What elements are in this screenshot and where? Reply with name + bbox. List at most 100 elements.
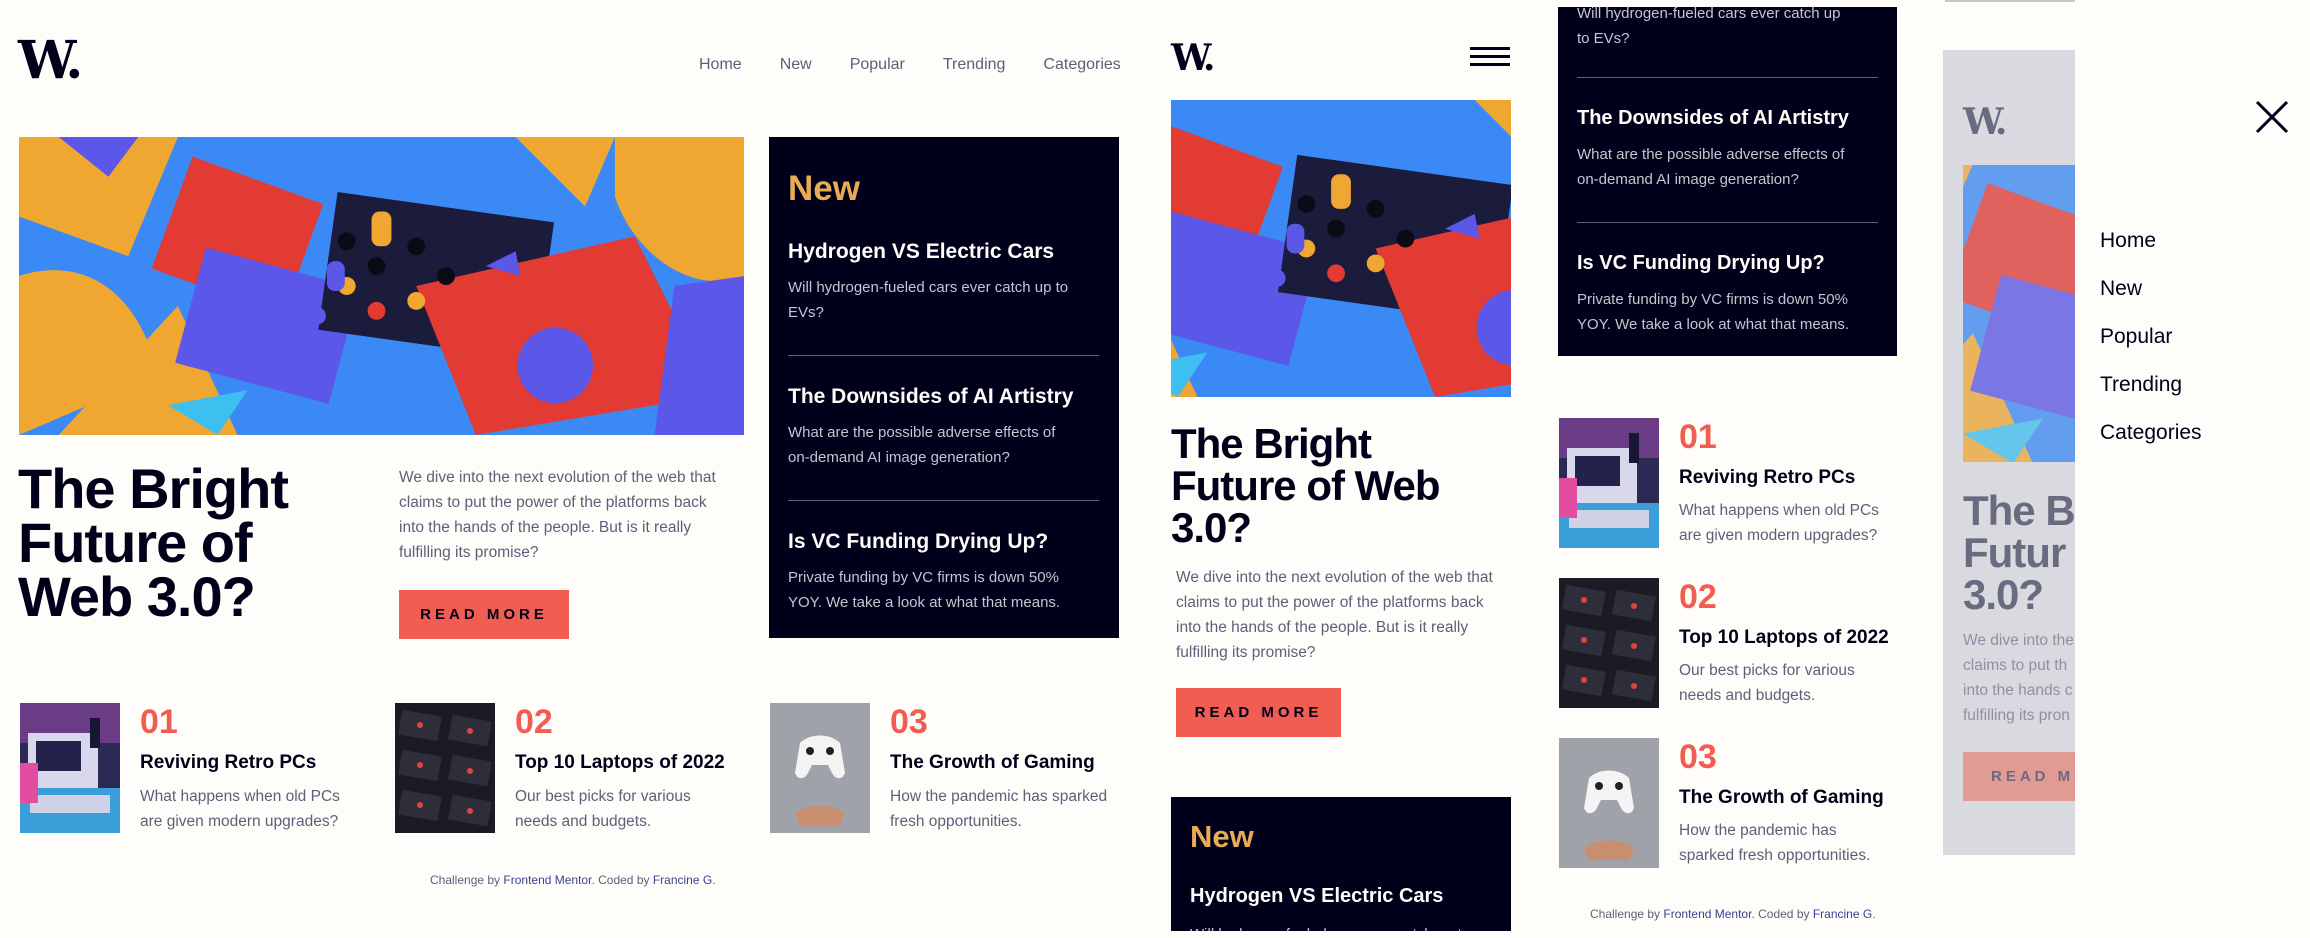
hero-title-line: The Bright [18,457,289,520]
hero-title-line: Future of Web [1171,462,1441,509]
frontend-mentor-link[interactable]: Frontend Mentor [503,873,591,887]
new-item-desc-line: on-demand AI image generation? [1577,171,1799,188]
new-item-desc-line: What are the possible adverse effects of [1577,146,1845,163]
new-heading: New [788,169,860,208]
read-more-button[interactable]: READ MORE [1176,688,1341,737]
article-desc: What happens when old PCs are given mode… [1679,498,1879,548]
nav-categories[interactable]: Categories [1043,56,1120,74]
new-item-desc-line: EVs? [788,304,824,321]
new-item-title[interactable]: Is VC Funding Drying Up? [788,530,1048,554]
article-desc: How the pandemic has sparked fresh oppor… [890,784,1107,834]
hero-title: The B Futur 3.0? [1963,490,2075,616]
new-item-desc-line: Private funding by VC firms is down 50% [1577,291,1848,308]
hero-title-line: The Bright [1171,420,1372,467]
article-thumbnail[interactable] [769,703,871,833]
divider [788,355,1099,356]
footer-text: . [1872,907,1876,921]
article-number: 02 [515,703,553,741]
new-item-desc: Will hydrogen-fueled cars ever catch up … [788,275,1068,325]
hero-title: The Bright Future of Web 3.0? [1171,420,1441,551]
author-link[interactable]: Francine G [653,873,712,887]
new-item-desc: Private funding by VC firms is down 50% … [788,565,1060,615]
hero-desc-line: fulfilling its promise? [1176,644,1316,661]
menu-item-home[interactable]: Home [2100,229,2202,253]
menu-item-new[interactable]: New [2100,277,2202,301]
mobile-menu-panel: Home New Popular Trending Categories [2075,0,2310,938]
close-icon[interactable] [2255,100,2289,134]
article-title[interactable]: The Growth of Gaming [890,752,1095,774]
hero-desc-line: We dive into the next evolution of the w… [1176,569,1493,586]
article-desc-line: Our best picks for various [515,788,691,805]
hero-title-line: Web 3.0? [18,565,256,628]
hero-title-line: 3.0? [1171,504,1252,551]
nav-new[interactable]: New [780,56,812,74]
author-link[interactable]: Francine G [1813,907,1872,921]
new-item-title[interactable]: Is VC Funding Drying Up? [1577,252,1825,275]
nav-popular[interactable]: Popular [850,56,905,74]
hero-title-line: The B [1963,487,2075,534]
hero-title-line: 3.0? [1963,571,2044,618]
new-panel: Will hydrogen-fueled cars ever catch up … [1558,5,1897,356]
new-item-title[interactable]: Hydrogen VS Electric Cars [788,240,1054,264]
new-item-desc: What are the possible adverse effects of… [1577,142,1844,192]
article-title[interactable]: Top 10 Laptops of 2022 [1679,627,1889,649]
hero-desc-line: claims to put the power of the platforms… [399,494,707,511]
desktop-nav: Home New Popular Trending Categories [699,56,1121,74]
read-more-button[interactable]: READ MORE [399,590,569,639]
menu-item-trending[interactable]: Trending [2100,373,2202,397]
hero-title-line: Future of [18,511,253,574]
new-item-title[interactable]: The Downsides of AI Artistry [788,385,1073,409]
article-desc-line: What happens when old PCs [140,788,340,805]
article-number: 02 [1679,578,1717,616]
new-item-desc-line: YOY. We take a look at what that means. [788,594,1061,611]
article-thumbnail[interactable] [19,703,121,833]
article-title[interactable]: Reviving Retro PCs [1679,467,1855,489]
article-thumbnail[interactable] [1558,418,1660,548]
article-desc-line: What happens when old PCs [1679,502,1879,519]
logo[interactable]: W. [18,30,83,91]
menu-item-popular[interactable]: Popular [2100,325,2202,349]
frontend-mentor-link[interactable]: Frontend Mentor [1663,907,1751,921]
footer-attribution: Challenge by Frontend Mentor. Coded by F… [1590,907,1876,921]
hero-desc-line: fulfilling its pron [1963,707,2070,724]
article-number: 03 [890,703,928,741]
nav-home[interactable]: Home [699,56,742,74]
article-thumbnail[interactable] [1558,738,1660,868]
hamburger-menu-icon[interactable] [1470,47,1510,66]
article-title[interactable]: Top 10 Laptops of 2022 [515,752,725,774]
article-thumbnail[interactable] [394,703,496,833]
menu-item-categories[interactable]: Categories [2100,421,2202,445]
mobile-menu-nav: Home New Popular Trending Categories [2100,229,2202,445]
new-item-title[interactable]: Hydrogen VS Electric Cars [1190,885,1443,908]
hero-image [1963,165,2075,462]
new-item-desc-line: YOY. We take a look at what that means. [1577,316,1850,333]
new-panel: New Hydrogen VS Electric Cars Will hydro… [1171,797,1511,931]
article-desc-line: Our best picks for various [1679,662,1855,679]
hero-image [19,137,744,435]
divider [1577,222,1878,223]
article-desc-line: are given modern upgrades? [1679,527,1878,544]
article-desc: Our best picks for various needs and bud… [1679,658,1855,708]
hero-description: We dive into the next evolution of the w… [1176,565,1493,665]
new-item-desc: Private funding by VC firms is down 50% … [1577,287,1849,337]
article-title[interactable]: Reviving Retro PCs [140,752,316,774]
hero-desc-line: We dive into the next evolution of the w… [399,469,716,486]
logo[interactable]: W. [1171,37,1215,79]
hero-desc-line: into the hands of the people. But is it … [399,519,692,536]
hero-desc-line: into the hands of the people. But is it … [1176,619,1469,636]
new-item-desc: Will hydrogen-fueled cars ever catch up … [1190,923,1470,931]
hero-desc-line: into the hands c [1963,682,2073,699]
new-panel: New Hydrogen VS Electric Cars Will hydro… [769,137,1119,638]
new-item-desc-line: on-demand AI image generation? [788,449,1010,466]
hero-desc-line: fulfilling its promise? [399,544,539,561]
divider [788,500,1099,501]
nav-trending[interactable]: Trending [943,56,1006,74]
article-desc: Our best picks for various needs and bud… [515,784,691,834]
article-desc-line: How the pandemic has sparked [890,788,1108,805]
hero-description: We dive into the next evolution of the w… [399,465,716,565]
article-desc-line: How the pandemic has [1679,822,1837,839]
new-item-title[interactable]: The Downsides of AI Artistry [1577,107,1849,130]
dimmed-page: W. The B Futur 3.0? We dive into the cla… [1943,50,2075,855]
article-title[interactable]: The Growth of Gaming [1679,787,1884,809]
article-thumbnail[interactable] [1558,578,1660,708]
